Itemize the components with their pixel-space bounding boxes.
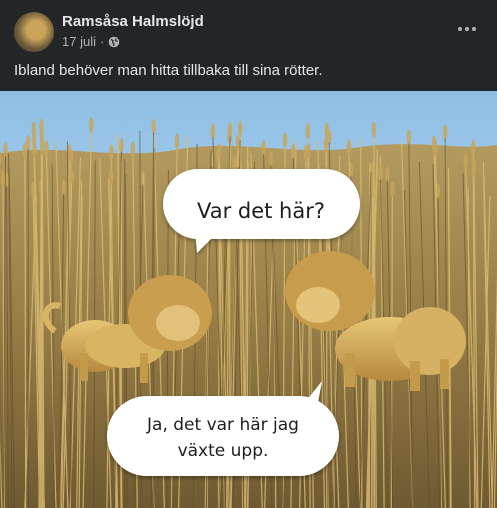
bubble-bottom-line2: växte upp. bbox=[178, 441, 269, 461]
bubble-bottom-line1: Ja, det var här jag bbox=[146, 415, 299, 435]
author-name[interactable]: Ramsåsa Halmslöjd bbox=[62, 13, 204, 30]
more-options-icon[interactable] bbox=[453, 18, 481, 40]
globe-icon[interactable] bbox=[108, 36, 120, 48]
avatar[interactable] bbox=[14, 12, 54, 52]
bubble-top-text: Var det här? bbox=[197, 199, 325, 223]
meta-separator: · bbox=[99, 34, 105, 49]
post-photo[interactable]: Var det här? Ja, det var här jag växte u… bbox=[0, 91, 497, 508]
post-header: Ramsåsa Halmslöjd 17 juli · bbox=[0, 0, 497, 58]
post-meta: 17 juli · bbox=[62, 34, 120, 49]
post-caption: Ibland behöver man hitta tillbaka till s… bbox=[14, 62, 323, 79]
post-date[interactable]: 17 juli bbox=[62, 34, 96, 49]
